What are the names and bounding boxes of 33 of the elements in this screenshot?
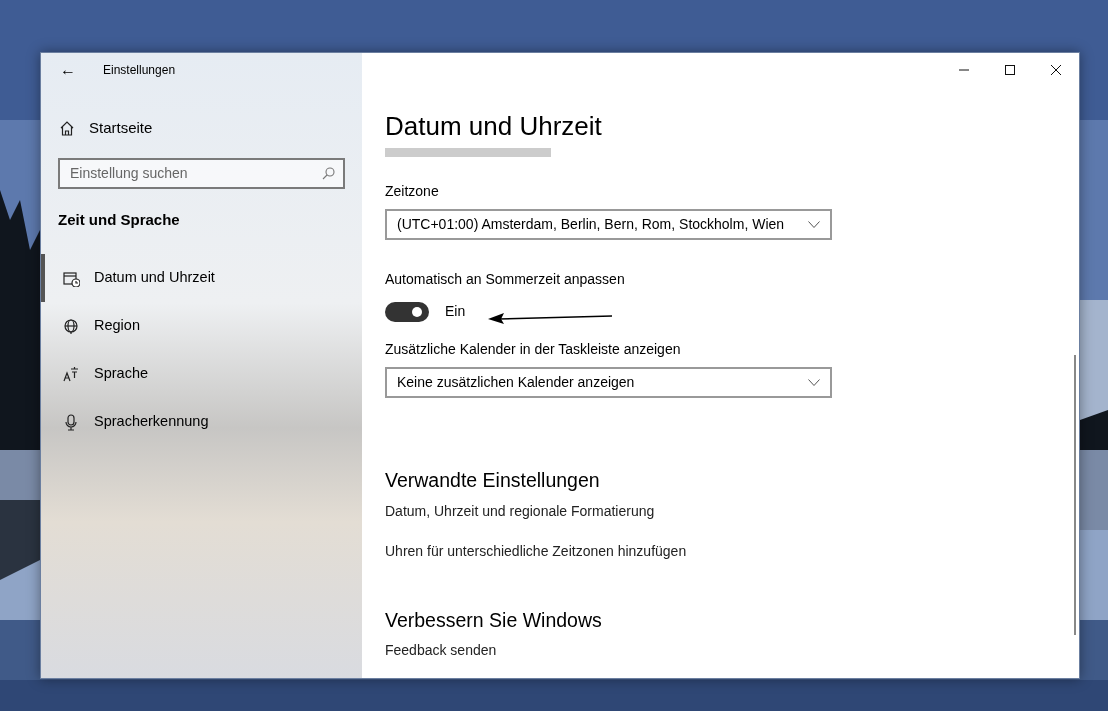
- search-field[interactable]: Einstellung suchen: [58, 157, 345, 189]
- chevron-down-icon: [808, 379, 820, 387]
- scrollbar[interactable]: [1074, 355, 1076, 635]
- toggle-state: Ein: [445, 302, 466, 322]
- globe-icon: [63, 317, 80, 335]
- section-heading: Verwandte Einstellungen: [385, 469, 601, 493]
- page-title: Datum und Uhrzeit: [385, 111, 603, 143]
- toggle-switch[interactable]: [385, 301, 429, 322]
- nav-item[interactable]: Region: [41, 302, 346, 350]
- calendar-icon: [63, 269, 80, 287]
- field-label: Zeitzone: [385, 182, 440, 202]
- field-label: Automatisch an Sommerzeit anpassen: [385, 270, 626, 290]
- chevron-down-icon: [808, 221, 820, 229]
- language-icon: [63, 365, 80, 383]
- microphone-icon: [63, 413, 80, 431]
- back-button[interactable]: ←: [41, 57, 87, 83]
- nav-item[interactable]: Datum und Uhrzeit: [41, 254, 346, 302]
- close-icon: [1050, 64, 1062, 76]
- section-heading: Zeit und Sprache: [58, 209, 181, 230]
- window-title: Einstellungen: [103, 62, 176, 79]
- home-link[interactable]: Startseite: [59, 111, 153, 146]
- nav-item[interactable]: Spracherkennung: [41, 398, 346, 446]
- maximize-icon: [1004, 64, 1016, 76]
- settings-link[interactable]: Feedback senden: [385, 639, 497, 661]
- section-heading: Verbessern Sie Windows: [385, 608, 603, 632]
- calendar-dropdown[interactable]: Keine zusätzlichen Kalender anzeigen: [385, 367, 832, 399]
- search-icon: [322, 166, 335, 180]
- field-label: Zusätzliche Kalender in der Taskleiste anzeigen: [385, 340, 682, 360]
- nav-item[interactable]: Sprache: [41, 350, 346, 398]
- settings-link[interactable]: Uhren für unterschiedliche Zeitzonen hinzufügen: [385, 540, 687, 562]
- settings-link[interactable]: Datum, Uhrzeit und regionale Formatierung: [385, 500, 655, 522]
- timezone-dropdown[interactable]: (UTC+01:00) Amsterdam, Berlin, Bern, Rom, Stockholm, Wien: [385, 209, 832, 241]
- home-icon: [59, 120, 75, 137]
